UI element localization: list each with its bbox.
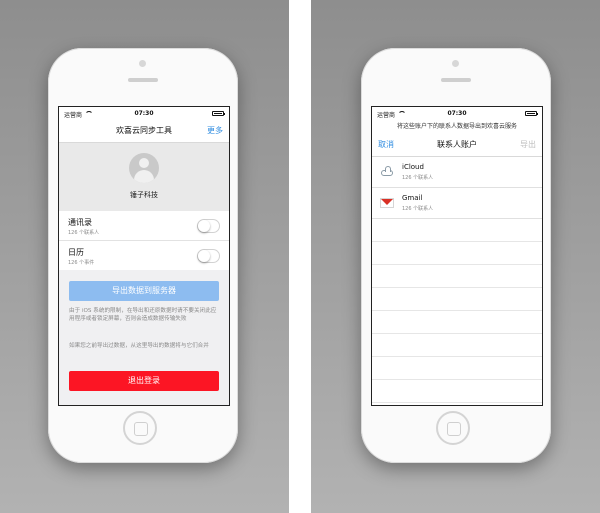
toggle-knob (198, 250, 210, 262)
phone-left: 运营商 07:30 欢喜云同步工具 更多 锤子科技 通讯录 126 个联系人 日… (48, 48, 238, 463)
account-count: 126 个联系人 (402, 175, 434, 181)
account-row-icloud[interactable]: iCloud 126 个联系人 (372, 157, 542, 188)
home-button[interactable] (436, 411, 470, 445)
avatar[interactable] (129, 153, 159, 183)
empty-row (372, 380, 542, 403)
nav-bar: 取消 联系人账户 导出 (372, 134, 542, 157)
actions-area: 导出数据到服务器 由于 iOS 系统的限制，在导出和还原数据时请不要关闭此应用程… (59, 270, 229, 405)
logout-button[interactable]: 退出登录 (69, 371, 219, 391)
empty-row (372, 219, 542, 242)
more-button[interactable]: 更多 (207, 125, 223, 136)
battery-icon (525, 111, 538, 116)
export-prompt: 将这些账户下的联系人数据导出到欢喜云服务 (396, 123, 517, 130)
calendar-row[interactable]: 日历 126 个事件 (59, 241, 229, 271)
account-label: iCloud (402, 163, 424, 171)
contacts-count: 126 个联系人 (68, 230, 100, 236)
account-row-gmail[interactable]: Gmail 126 个联系人 (372, 188, 542, 219)
avatar-head-icon (139, 158, 149, 168)
profile-name: 锤子科技 (130, 191, 158, 199)
speaker-grille (441, 78, 471, 82)
speaker-grille (128, 78, 158, 82)
home-button[interactable] (123, 411, 157, 445)
merge-note: 如果您之前导出过数据，从这里导出的数据将与它们合并 (69, 343, 209, 349)
center-divider (289, 0, 311, 513)
calendar-toggle[interactable] (197, 249, 220, 263)
cloud-icon (380, 166, 394, 178)
camera-icon (139, 60, 146, 67)
avatar-body-icon (134, 170, 154, 183)
toggle-knob (198, 220, 210, 232)
empty-row (372, 242, 542, 265)
nav-bar: 欢喜云同步工具 更多 (59, 120, 229, 143)
empty-row (372, 288, 542, 311)
calendar-label: 日历 (68, 248, 84, 257)
empty-row (372, 357, 542, 380)
screen-contact-accounts: 运营商 07:30 将这些账户下的联系人数据导出到欢喜云服务 取消 联系人账户 … (371, 106, 543, 406)
nav-title: 联系人账户 (437, 140, 477, 149)
screen-sync-tool: 运营商 07:30 欢喜云同步工具 更多 锤子科技 通讯录 126 个联系人 日… (58, 106, 230, 406)
account-count: 126 个联系人 (402, 206, 434, 212)
camera-icon (452, 60, 459, 67)
phone-right: 运营商 07:30 将这些账户下的联系人数据导出到欢喜云服务 取消 联系人账户 … (361, 48, 551, 463)
empty-row (372, 334, 542, 357)
status-bar: 运营商 07:30 (59, 107, 229, 120)
account-label: Gmail (402, 194, 423, 202)
empty-row (372, 265, 542, 288)
contacts-label: 通讯录 (68, 218, 92, 227)
gmail-icon (380, 197, 394, 209)
calendar-count: 126 个事件 (68, 260, 95, 266)
status-bar: 运营商 07:30 (372, 107, 542, 120)
profile-header: 锤子科技 (59, 143, 229, 211)
export-to-server-button[interactable]: 导出数据到服务器 (69, 281, 219, 301)
status-time: 07:30 (134, 110, 154, 117)
ios-limit-note: 由于 iOS 系统的限制，在导出和还原数据时请不要关闭此应用程序或者锁定屏幕，否… (69, 308, 217, 322)
status-time: 07:30 (447, 110, 467, 117)
nav-title: 欢喜云同步工具 (116, 126, 172, 135)
export-button[interactable]: 导出 (520, 139, 536, 150)
contacts-row[interactable]: 通讯录 126 个联系人 (59, 211, 229, 241)
empty-row (372, 311, 542, 334)
battery-icon (212, 111, 225, 116)
contacts-toggle[interactable] (197, 219, 220, 233)
